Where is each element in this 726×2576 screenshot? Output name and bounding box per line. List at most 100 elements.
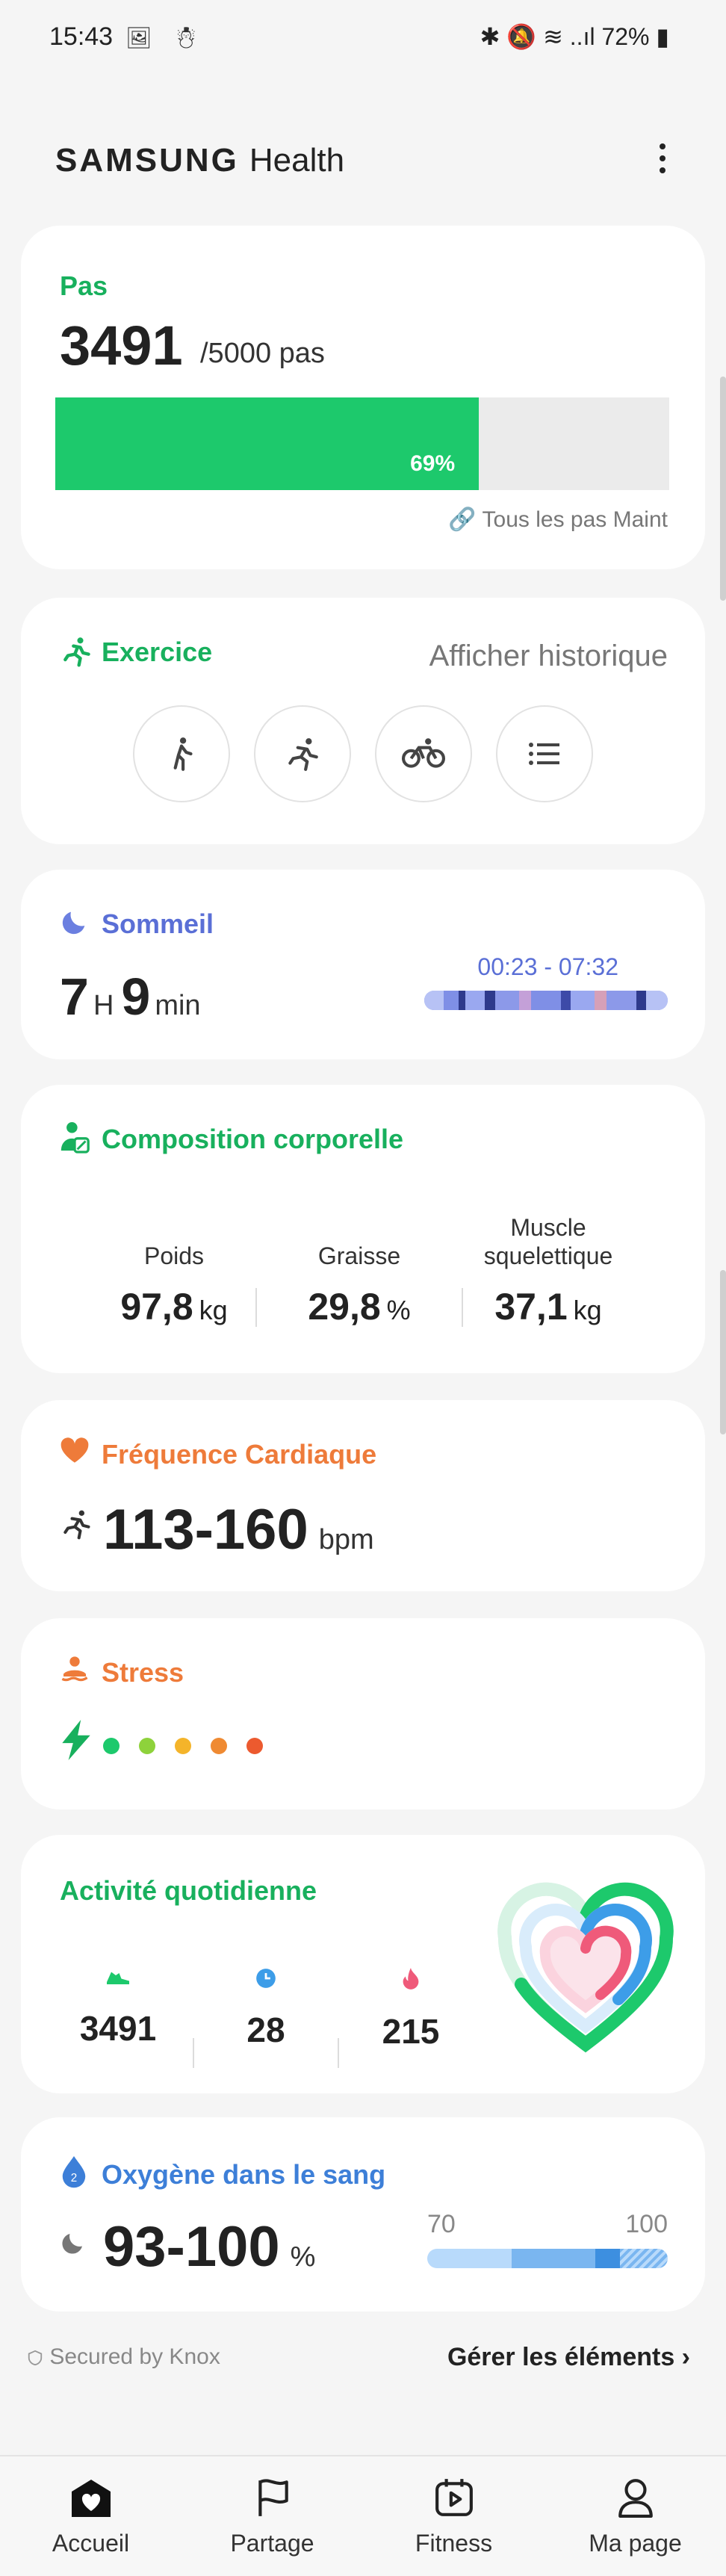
svg-text:2: 2 [71, 2172, 77, 2185]
fat-unit: % [386, 1295, 411, 1325]
scroll-indicator [720, 377, 726, 601]
blood-oxygen-unit: % [290, 2241, 316, 2273]
body-composition-card[interactable]: Composition corporelle Poids 97,8 kg Grai… [21, 1085, 705, 1373]
play-icon [363, 2477, 544, 2522]
heart-rate-card[interactable]: Fréquence Cardiaque 113-160 bpm [21, 1400, 705, 1591]
steps-card[interactable]: Pas 3491 /5000 pas 69% 🔗 Tous les pas Ma… [21, 226, 705, 569]
sleep-title: Sommeil [102, 908, 214, 939]
nav-fitness[interactable]: Fitness [363, 2456, 544, 2576]
app-logo: SAMSUNG Health [55, 142, 344, 179]
all-steps-link[interactable]: 🔗 Tous les pas Maint [448, 507, 668, 533]
clock-icon [199, 1968, 333, 1995]
app-bar: SAMSUNG Health [0, 127, 726, 194]
heart-icon [60, 1436, 90, 1472]
exercise-history-link[interactable]: Afficher historique [429, 640, 668, 673]
sleep-minutes-unit: min [155, 990, 201, 1021]
activity-steps-value: 3491 [79, 2009, 157, 2048]
body-composition-title: Composition corporelle [102, 1124, 404, 1154]
moon-icon [60, 907, 90, 944]
stress-dot [211, 1738, 227, 1754]
heart-rate-unit: bpm [318, 1524, 374, 1555]
heart-rate-value: 113-160 bpm [103, 1497, 374, 1562]
exercise-shortcuts [133, 705, 593, 802]
blood-oxygen-card[interactable]: 2 Oxygène dans le sang 93-100% 70 100 [21, 2117, 705, 2312]
stress-level-dots [103, 1738, 263, 1754]
sleep-card[interactable]: Sommeil 7 H 9 min 00:23 - 07:32 [21, 870, 705, 1059]
home-icon [0, 2477, 182, 2522]
fat-metric: Graisse 29,8% [255, 1213, 464, 1328]
run-button[interactable] [254, 705, 351, 802]
moon-icon [60, 2229, 87, 2264]
manage-items-button[interactable]: Gérer les éléments › [447, 2343, 690, 2372]
blood-oxygen-value: 93-100% [103, 2214, 315, 2279]
sleep-time-range: 00:23 - 07:32 [477, 953, 618, 980]
brand-samsung: SAMSUNG [55, 142, 239, 179]
more-dot-icon [660, 167, 666, 173]
divider [193, 2038, 194, 2068]
stress-card[interactable]: Stress [21, 1618, 705, 1809]
steps-percent: 69% [410, 451, 456, 476]
person-icon [544, 2477, 726, 2522]
stress-title: Stress [102, 1657, 184, 1688]
exercise-run-icon [60, 1508, 93, 1549]
heart-rate-range: 113-160 [103, 1498, 308, 1561]
nav-my-page[interactable]: Ma page [544, 2456, 726, 2576]
heart-rate-title: Fréquence Cardiaque [102, 1439, 377, 1470]
sleep-stages-bar [424, 991, 668, 1010]
muscle-unit: kg [573, 1295, 602, 1325]
nav-together[interactable]: Partage [182, 2456, 363, 2576]
exercise-title: Exercice [102, 637, 213, 667]
nav-home-label: Accueil [52, 2530, 130, 2557]
steps-progress-fill: 69% [55, 397, 480, 490]
steps-progress-bar: 69% [55, 397, 669, 490]
activity-minutes-value: 28 [246, 2010, 285, 2049]
oxygen-range-bar [427, 2249, 668, 2268]
running-icon [60, 635, 93, 675]
nav-fitness-label: Fitness [415, 2530, 493, 2557]
sleep-duration: 7 H 9 min [60, 967, 208, 1027]
lightning-icon [60, 1720, 93, 1769]
bottom-navigation: Accueil Partage Fitness Ma page [0, 2455, 726, 2576]
exercise-list-button[interactable] [496, 705, 593, 802]
walk-button[interactable] [133, 705, 230, 802]
activity-calories: 215 [344, 1968, 478, 2052]
activity-rings-heart-icon [497, 1882, 674, 2053]
nav-my-page-label: Ma page [589, 2530, 682, 2557]
blood-oxygen-title: Oxygène dans le sang [102, 2159, 386, 2190]
brand-health: Health [249, 142, 345, 179]
fat-value: 29,8 [308, 1286, 381, 1328]
more-dot-icon [660, 143, 666, 149]
more-options-button[interactable] [644, 136, 681, 181]
weight-value: 97,8 [120, 1286, 193, 1328]
sleep-hours: 7 [60, 967, 89, 1026]
footer-row: Secured by Knox Gérer les éléments › [0, 2338, 726, 2383]
activity-steps: 3491 [51, 1968, 185, 2049]
list-icon [529, 743, 559, 765]
steps-value: 3491 [60, 315, 183, 377]
notification-icons: 🖼 ☃ [125, 26, 207, 49]
weight-unit: kg [199, 1295, 228, 1325]
system-status-icons: ✱ 🔕 ≋ ..ıl 72% ▮ [480, 23, 669, 50]
stress-dot [103, 1738, 120, 1754]
oxygen-scale-max: 100 [625, 2210, 668, 2238]
run-icon [288, 738, 318, 771]
knox-badge: Secured by Knox [27, 2344, 220, 2370]
stress-dot [175, 1738, 191, 1754]
shoe-icon [51, 1968, 185, 1993]
muscle-value: 37,1 [494, 1286, 568, 1328]
cycling-button[interactable] [375, 705, 472, 802]
oxygen-scale-min: 70 [427, 2210, 456, 2238]
walk-icon [173, 737, 193, 771]
muscle-label: Muscle squelettique [483, 1214, 613, 1269]
nav-home[interactable]: Accueil [0, 2456, 182, 2576]
status-bar: 15:43 🖼 ☃ ✱ 🔕 ≋ ..ıl 72% ▮ [0, 0, 726, 82]
more-dot-icon [660, 155, 666, 161]
weight-metric: Poids 97,8 kg [69, 1213, 279, 1328]
exercise-card[interactable]: Exercice Afficher historique [21, 598, 705, 844]
knox-label: Secured by Knox [49, 2344, 220, 2369]
stress-dot [246, 1738, 263, 1754]
sleep-hours-unit: H [93, 990, 114, 1021]
scroll-indicator [720, 1270, 726, 1434]
nav-together-label: Partage [230, 2530, 314, 2557]
daily-activity-card[interactable]: Activité quotidienne 3491 28 215 [21, 1835, 705, 2093]
